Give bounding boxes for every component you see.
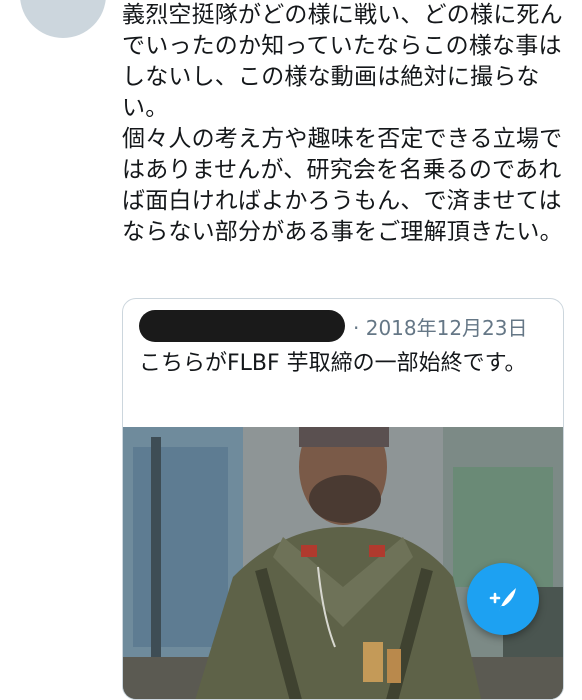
tweet-text: 義烈空挺隊がどの様に戦い、どの様に死んでいったのか知っていたならこの様な事はしな…: [122, 2, 563, 245]
quoted-tweet-text: こちらがFLBF 芋取締の一部始終です。: [139, 351, 527, 376]
quoted-tweet-card[interactable]: · 2018年12月23日 こちらがFLBF 芋取締の一部始終です。: [122, 298, 564, 700]
quoted-tweet-date: · 2018年12月23日: [353, 315, 528, 340]
compose-feather-icon: [489, 588, 516, 612]
compose-tweet-button[interactable]: [467, 563, 539, 635]
avatar[interactable]: [20, 0, 106, 38]
quoted-tweet-header: · 2018年12月23日: [139, 309, 553, 343]
redacted-author-name: [139, 310, 345, 342]
